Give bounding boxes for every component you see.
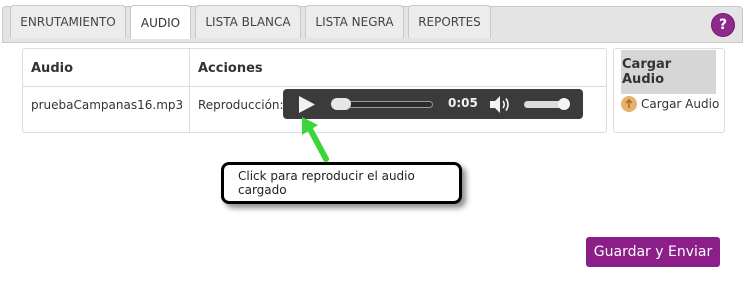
tooltip-callout: Click para reproducir el audio cargado [221,162,462,204]
volume-handle[interactable] [558,98,570,110]
save-and-send-button[interactable]: Guardar y Enviar [586,237,720,267]
tab-lista-negra[interactable]: LISTA NEGRA [305,5,404,38]
help-icon[interactable]: ? [711,13,735,37]
upload-audio-label: Cargar Audio [641,97,720,111]
tab-audio[interactable]: AUDIO [130,5,191,39]
playback-label: Reproducción: [198,98,284,112]
arrow-annotation [302,117,329,162]
play-icon[interactable] [299,96,315,113]
upload-icon [621,96,637,112]
column-header-audio: Audio [31,60,74,76]
volume-icon[interactable] [490,96,512,113]
audio-filename: pruebaCampanas16.mp3 [31,98,184,112]
column-header-acciones: Acciones [198,60,263,76]
upload-panel: Cargar Audio Cargar Audio [613,48,725,133]
seek-handle[interactable] [331,98,351,110]
upload-audio-button[interactable]: Cargar Audio [621,94,726,114]
upload-header: Cargar Audio [621,50,716,94]
tab-enrutamiento[interactable]: ENRUTAMIENTO [10,5,126,38]
time-display: 0:05 [448,96,478,110]
tab-reportes[interactable]: REPORTES [408,5,491,38]
tab-lista-blanca[interactable]: LISTA BLANCA [195,5,301,38]
